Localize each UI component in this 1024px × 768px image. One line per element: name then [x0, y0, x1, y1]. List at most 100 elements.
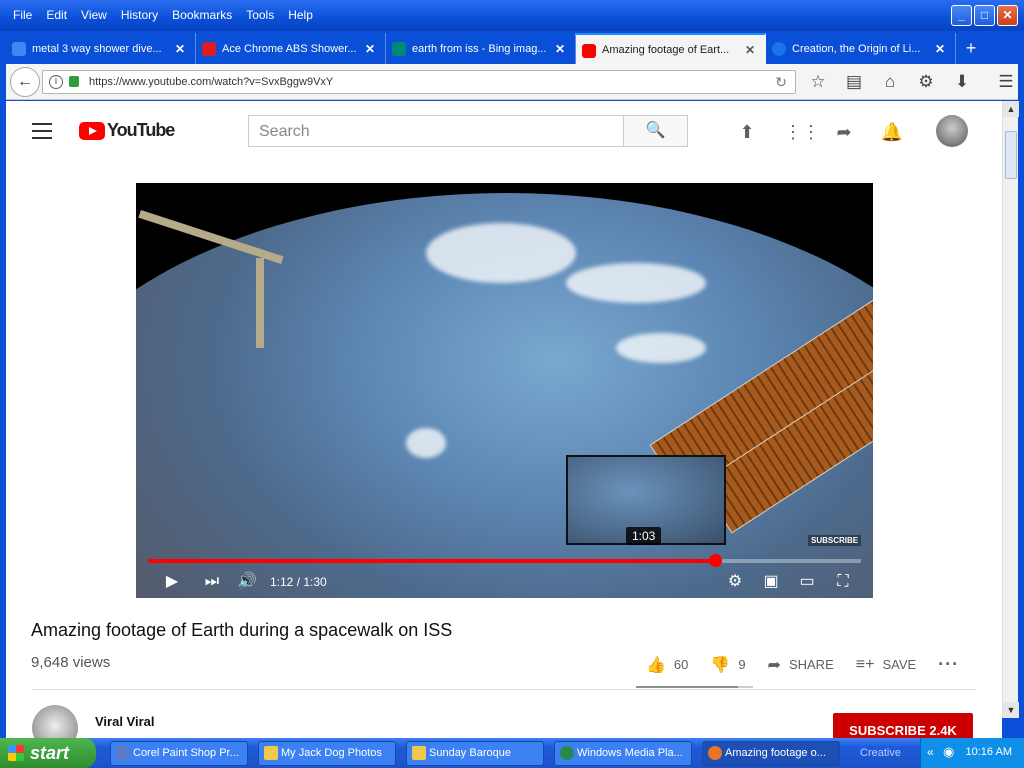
video-player[interactable]: 1:03 SUBSCRIBE ▶ ⏭ 🔊 1:12 / 1:30 ⚙ ▣ ▭ ⛶: [136, 183, 873, 598]
miniplayer-icon[interactable]: ▣: [760, 571, 782, 593]
reading-list-icon[interactable]: ▤: [842, 70, 866, 94]
channel-avatar[interactable]: [32, 705, 78, 738]
tab-google[interactable]: metal 3 way shower dive... ✕: [6, 33, 196, 64]
tab-bing[interactable]: earth from iss - Bing imag... ✕: [386, 33, 576, 64]
tab-strip: metal 3 way shower dive... ✕ Ace Chrome …: [6, 31, 1018, 64]
settings-gear-icon[interactable]: ⚙: [724, 571, 746, 593]
notifications-bell-icon[interactable]: 🔔: [880, 120, 904, 144]
window-controls: _ □ ✕: [951, 5, 1018, 26]
download-icon[interactable]: ⬇: [950, 70, 974, 94]
vertical-scrollbar[interactable]: ▲ ▼: [1002, 101, 1019, 718]
tray-expand-icon[interactable]: «: [927, 745, 934, 759]
tab-ace[interactable]: Ace Chrome ABS Shower... ✕: [196, 33, 386, 64]
youtube-logo[interactable]: YouTube: [79, 120, 175, 141]
taskbar-item-label: Windows Media Pla...: [577, 747, 683, 759]
menu-icon[interactable]: ☰: [994, 70, 1018, 94]
new-tab-button[interactable]: +: [956, 33, 986, 64]
like-button[interactable]: 👍 60: [646, 655, 688, 675]
more-actions-icon[interactable]: ···: [938, 654, 959, 675]
scrubber-handle[interactable]: [708, 554, 722, 567]
toolbar-icons: ☆ ▤ ⌂ ⚙ ⬇ ☰: [806, 70, 1018, 94]
close-window-button[interactable]: ✕: [997, 5, 1018, 26]
search-button[interactable]: 🔍: [623, 115, 688, 147]
back-button[interactable]: ←: [10, 67, 40, 97]
youtube-play-icon: [79, 121, 105, 140]
tab-youtube[interactable]: Amazing footage of Eart... ✕: [576, 33, 766, 64]
cloud: [566, 263, 706, 303]
info-icon[interactable]: i: [49, 75, 63, 89]
station-arm: [256, 258, 264, 348]
bookmark-star-icon[interactable]: ☆: [806, 70, 830, 94]
menu-history[interactable]: History: [114, 6, 165, 24]
volume-icon[interactable]: 🔊: [236, 571, 258, 593]
menu-edit[interactable]: Edit: [39, 6, 74, 24]
taskbar-item-mediaplayer[interactable]: Windows Media Pla...: [554, 741, 692, 766]
cloud: [616, 333, 706, 363]
maximize-button[interactable]: □: [974, 5, 995, 26]
tab-creation[interactable]: Creation, the Origin of Li... ✕: [766, 33, 956, 64]
menu-file[interactable]: File: [6, 6, 39, 24]
share-arrow-icon: ➦: [767, 656, 781, 674]
dislike-button[interactable]: 👎 9: [710, 655, 745, 675]
taskbar-item-paintshop[interactable]: Corel Paint Shop Pr...: [110, 741, 248, 766]
play-icon[interactable]: ▶: [162, 571, 182, 593]
home-icon[interactable]: ⌂: [878, 70, 902, 94]
close-tab-icon[interactable]: ✕: [363, 42, 377, 56]
upload-icon[interactable]: ⬆: [735, 120, 759, 144]
share-button[interactable]: ➦ SHARE: [768, 655, 834, 675]
messages-icon[interactable]: ➦: [832, 120, 856, 144]
page-content: YouTube Search 🔍 ⬆ ⋮⋮ ➦ 🔔 1:03 SUBSCRIBE: [6, 101, 1002, 738]
network-icon[interactable]: ◉: [943, 744, 954, 760]
apps-grid-icon[interactable]: ⋮⋮: [784, 120, 820, 144]
start-button[interactable]: start: [0, 738, 96, 768]
close-tab-icon[interactable]: ✕: [553, 42, 567, 56]
start-label: start: [30, 743, 70, 763]
subscribe-watermark[interactable]: SUBSCRIBE: [808, 535, 862, 546]
subscribe-button[interactable]: SUBSCRIBE 2.4K: [833, 713, 973, 738]
next-icon[interactable]: ⏭: [202, 571, 222, 593]
save-label: SAVE: [882, 657, 917, 672]
taskbar-item-firefox[interactable]: Amazing footage o...: [702, 741, 840, 766]
taskbar-item-label: Amazing footage o...: [725, 747, 826, 759]
close-tab-icon[interactable]: ✕: [933, 42, 947, 56]
youtube-icon: [582, 44, 596, 58]
save-button[interactable]: ≡+ SAVE: [856, 656, 916, 674]
creative-toolbar-label[interactable]: Creative: [860, 747, 901, 759]
sentiment-bar: [636, 686, 753, 688]
progress-bar[interactable]: [148, 554, 861, 567]
scroll-down-icon[interactable]: ▼: [1003, 702, 1019, 718]
scrollbar-thumb[interactable]: [1005, 131, 1017, 179]
taskbar-item-jackdog[interactable]: My Jack Dog Photos: [258, 741, 396, 766]
reload-icon[interactable]: ↻: [775, 74, 787, 91]
search-input[interactable]: Search: [248, 115, 624, 147]
account-avatar[interactable]: [936, 115, 968, 147]
guide-menu-icon[interactable]: [32, 123, 52, 139]
minimize-button[interactable]: _: [951, 5, 972, 26]
url-text: https://www.youtube.com/watch?v=SvxBggw9…: [89, 76, 334, 88]
fullscreen-icon[interactable]: ⛶: [832, 571, 854, 593]
settings-gear-icon[interactable]: ⚙: [914, 70, 938, 94]
channel-name[interactable]: Viral Viral: [95, 714, 155, 729]
seek-preview-time: 1:03: [626, 527, 662, 545]
taskbar-item-label: My Jack Dog Photos: [281, 747, 382, 759]
paintshop-icon: [116, 746, 130, 760]
tab-label: earth from iss - Bing imag...: [412, 42, 547, 55]
title-bar: File Edit View History Bookmarks Tools H…: [0, 0, 1024, 31]
close-tab-icon[interactable]: ✕: [743, 43, 757, 57]
menu-bookmarks[interactable]: Bookmarks: [165, 6, 239, 24]
like-count: 60: [673, 657, 689, 672]
theater-mode-icon[interactable]: ▭: [796, 571, 818, 593]
scroll-up-icon[interactable]: ▲: [1003, 101, 1019, 117]
tab-label: metal 3 way shower dive...: [32, 42, 162, 55]
taskbar-item-baroque[interactable]: Sunday Baroque: [406, 741, 544, 766]
close-tab-icon[interactable]: ✕: [173, 42, 187, 56]
menu-tools[interactable]: Tools: [239, 6, 281, 24]
share-label: SHARE: [788, 657, 834, 672]
menu-view[interactable]: View: [74, 6, 114, 24]
menu-help[interactable]: Help: [281, 6, 320, 24]
menu-bar: File Edit View History Bookmarks Tools H…: [6, 6, 320, 24]
lock-icon: [69, 76, 79, 87]
url-bar[interactable]: i https://www.youtube.com/watch?v=SvxBgg…: [42, 70, 796, 94]
firefox-icon: [708, 746, 722, 760]
video-actions: 👍 60 👎 9 ➦ SHARE ≡+ SAVE ···: [646, 654, 981, 675]
